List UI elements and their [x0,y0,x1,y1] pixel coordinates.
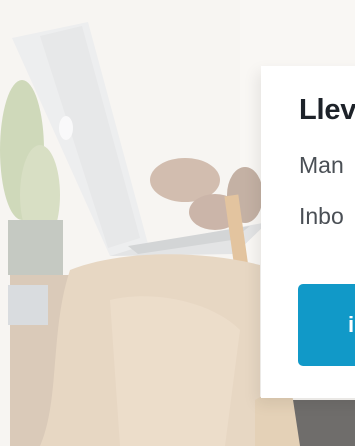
promo-title: Llev [299,94,355,126]
cta-button[interactable]: i [298,284,355,366]
promo-text-line-1: Man [299,152,344,178]
promo-text-line-2: Inbo [299,203,344,229]
promo-card: Llev Man Inbo i [261,66,355,398]
